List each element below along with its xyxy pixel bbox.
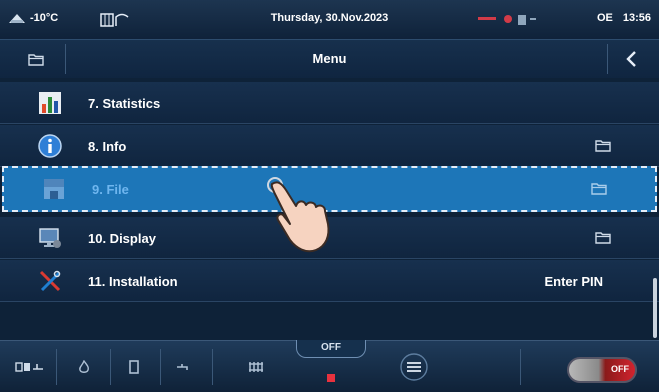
scrollbar[interactable]: [653, 278, 657, 338]
page-title: Menu: [312, 51, 347, 66]
folder-icon: [595, 232, 611, 244]
heating-mode-icon: [15, 362, 43, 372]
flame-icon: [79, 360, 89, 373]
menu-item-label: 8. Info: [88, 139, 127, 154]
menu-item-statistics[interactable]: 7. Statistics: [0, 82, 659, 124]
toggle-label: OFF: [611, 364, 629, 374]
clock-label: 13:56: [622, 12, 651, 24]
touch-hand-icon: [267, 177, 330, 253]
menu-item-info[interactable]: 8. Info: [0, 125, 659, 167]
menu-lines-icon: [400, 353, 428, 381]
menu-lines-button[interactable]: [394, 353, 434, 381]
alarm-indicator-icon[interactable]: [478, 11, 538, 30]
menu-item-label: 11. Installation: [88, 274, 178, 289]
info-icon: [38, 134, 62, 158]
menu-header: Menu: [0, 40, 659, 78]
heating-mode-button[interactable]: [10, 353, 50, 381]
folder-icon: [591, 183, 607, 195]
tap-icon: [177, 364, 188, 370]
installation-tools-icon: [39, 270, 61, 292]
boiler-icon: [129, 360, 139, 374]
back-button[interactable]: [607, 44, 653, 74]
boiler-button[interactable]: [120, 353, 148, 381]
chevron-left-icon: [625, 51, 636, 67]
statistics-icon: [39, 92, 61, 114]
menu-item-label: 7. Statistics: [88, 96, 161, 111]
radiator-icon: [249, 362, 263, 372]
date-label: Thursday, 30.Nov.2023: [270, 12, 389, 24]
tap-water-button[interactable]: [168, 353, 200, 381]
radiator-button[interactable]: [240, 353, 272, 381]
flame-button[interactable]: [70, 353, 98, 381]
enter-pin-label: Enter PIN: [544, 274, 603, 289]
menu-item-installation[interactable]: 11. Installation Enter PIN: [0, 260, 659, 302]
status-bar: -10°C Thursday, 30.Nov.2023 OE 13:56: [0, 0, 659, 40]
menu-item-label: 10. Display: [88, 231, 156, 246]
mode-label: OE: [596, 12, 613, 24]
off-tab-button[interactable]: OFF: [296, 340, 366, 358]
stop-indicator: [327, 374, 335, 382]
power-toggle[interactable]: OFF: [567, 357, 637, 383]
folder-icon: [595, 140, 611, 152]
file-icon: [44, 179, 64, 199]
display-icon: [39, 228, 61, 248]
menu-item-label: 9. File: [92, 182, 129, 197]
